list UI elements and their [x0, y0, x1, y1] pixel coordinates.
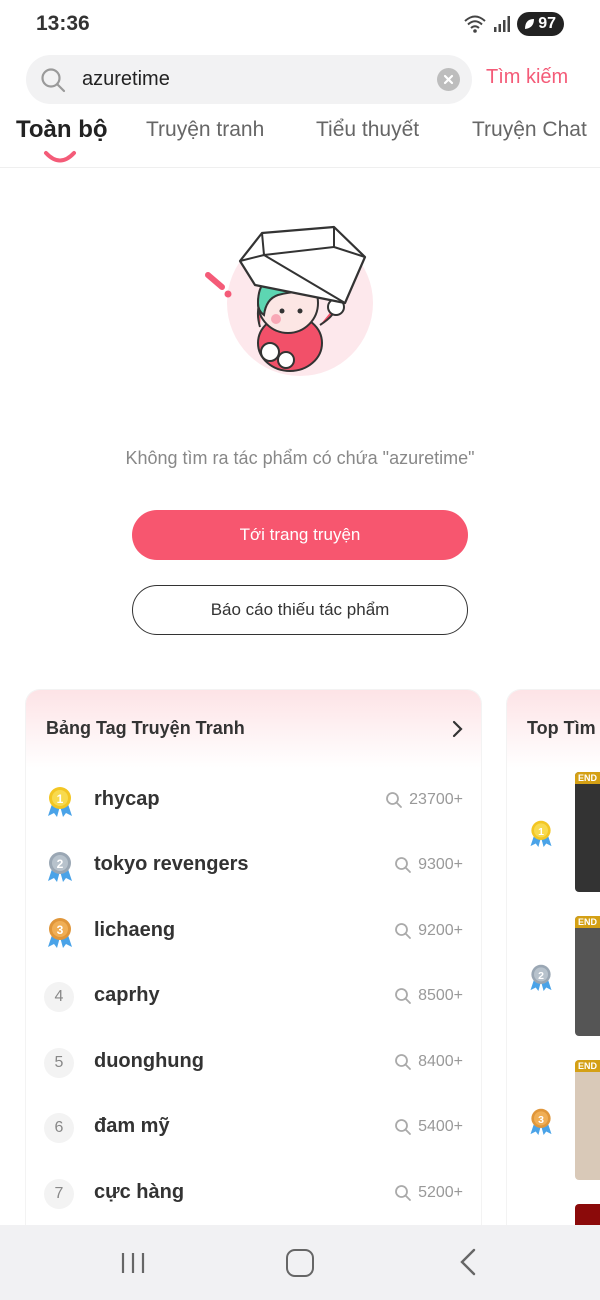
svg-text:2: 2: [57, 857, 64, 871]
tag-term: lichaeng: [94, 919, 176, 941]
tab-comics[interactable]: Truyện tranh: [146, 118, 264, 142]
wifi-icon: [464, 15, 486, 33]
system-navigation-bar: [0, 1225, 600, 1300]
svg-text:1: 1: [57, 792, 64, 806]
gold-medal-icon: 1: [48, 787, 72, 817]
search-count: 8400+: [394, 1053, 463, 1071]
status-bar: 13:36 97: [0, 0, 600, 48]
silver-medal-icon: 2: [48, 852, 72, 882]
card-header: Top Tìm: [507, 690, 600, 768]
go-to-stories-button[interactable]: Tới trang truyện: [132, 510, 468, 560]
card-header[interactable]: Bảng Tag Truyện Tranh: [26, 690, 481, 768]
comic-tag-ranking-card: Bảng Tag Truyện Tranh 1 rhycap 23700+ 2 …: [26, 690, 481, 1250]
search-count-value: 5400+: [418, 1118, 463, 1135]
search-count-value: 9200+: [418, 922, 463, 939]
search-icon: [395, 1185, 411, 1201]
tag-row[interactable]: 3 lichaeng 9200+: [26, 907, 481, 957]
end-badge: END: [575, 1060, 600, 1072]
search-count-value: 8500+: [418, 987, 463, 1004]
card-title: Top Tìm: [527, 718, 596, 738]
tag-term: caprhy: [94, 984, 160, 1006]
bronze-medal-icon: 3: [48, 918, 72, 948]
end-badge: END: [575, 916, 600, 928]
search-submit-button[interactable]: Tìm kiếm: [486, 66, 568, 89]
back-icon[interactable]: [458, 1247, 478, 1277]
search-count: 9200+: [394, 922, 463, 940]
chevron-right-icon[interactable]: [451, 720, 463, 738]
battery-indicator: 97: [517, 12, 564, 36]
category-tabs: Toàn bộ Truyện tranh Tiểu thuyết Truyện …: [0, 112, 600, 168]
story-thumbnail[interactable]: END: [575, 772, 600, 892]
tag-term: rhycap: [94, 788, 160, 810]
svg-text:2: 2: [538, 970, 544, 982]
tab-active-indicator: [44, 151, 76, 163]
report-missing-work-button[interactable]: Báo cáo thiếu tác phẩm: [132, 585, 468, 635]
home-icon[interactable]: [286, 1249, 314, 1277]
charging-leaf-icon: [525, 19, 535, 29]
card-title: Bảng Tag Truyện Tranh: [46, 718, 245, 738]
story-thumbnail[interactable]: END: [575, 916, 600, 1036]
rank-number: 7: [44, 1179, 74, 1209]
tag-row[interactable]: 4 caprhy 8500+: [26, 972, 481, 1022]
rank-number: 5: [44, 1048, 74, 1078]
tab-all[interactable]: Toàn bộ: [16, 116, 108, 144]
search-icon: [386, 792, 403, 808]
search-count-value: 23700+: [409, 791, 463, 808]
tag-term: cực hàng: [94, 1181, 185, 1203]
search-count: 5200+: [394, 1184, 463, 1202]
silver-medal-icon: 2: [530, 964, 552, 991]
search-count: 9300+: [394, 856, 463, 874]
search-count: 5400+: [394, 1118, 463, 1136]
gold-medal-icon: 1: [530, 820, 552, 847]
status-time: 13:36: [36, 12, 90, 35]
clear-search-icon[interactable]: [437, 68, 460, 91]
search-count: 23700+: [385, 791, 463, 809]
search-count-value: 8400+: [418, 1053, 463, 1070]
search-icon: [395, 988, 411, 1004]
tag-row[interactable]: 2 tokyo revengers 9300+: [26, 841, 481, 891]
recent-apps-icon[interactable]: [120, 1250, 146, 1276]
search-icon: [395, 1054, 411, 1070]
tag-term: đam mỹ: [94, 1115, 170, 1137]
story-thumbnail[interactable]: END: [575, 1060, 600, 1180]
status-icons: 97: [463, 12, 564, 36]
search-icon: [395, 923, 411, 939]
search-icon: [395, 1119, 411, 1135]
search-box[interactable]: [26, 55, 472, 104]
tag-row[interactable]: 6 đam mỹ 5400+: [26, 1103, 481, 1153]
end-badge: END: [575, 772, 600, 784]
rank-number: 4: [44, 982, 74, 1012]
rank-number: 6: [44, 1113, 74, 1143]
tab-chat-stories[interactable]: Truyện Chat: [472, 118, 587, 142]
tag-row[interactable]: 1 rhycap 23700+: [26, 776, 481, 826]
battery-level: 97: [538, 15, 556, 32]
search-icon: [41, 68, 66, 93]
search-count: 8500+: [394, 987, 463, 1005]
search-icon: [395, 857, 411, 873]
empty-result-message: Không tìm ra tác phẩm có chứa "azuretime…: [125, 448, 475, 468]
search-count-value: 5200+: [418, 1184, 463, 1201]
bronze-medal-icon: 3: [530, 1108, 552, 1135]
signal-icon: [494, 16, 511, 32]
tag-row[interactable]: 7 cực hàng 5200+: [26, 1169, 481, 1219]
top-search-card[interactable]: Top Tìm 1 END 2 END 3 END: [507, 690, 600, 1250]
svg-text:1: 1: [538, 826, 544, 838]
tab-novels[interactable]: Tiểu thuyết: [316, 118, 419, 142]
svg-text:3: 3: [57, 923, 64, 937]
empty-result-illustration: [205, 225, 373, 376]
search-count-value: 9300+: [418, 856, 463, 873]
tag-term: duonghung: [94, 1050, 204, 1072]
search-input[interactable]: [82, 55, 442, 104]
tag-row[interactable]: 5 duonghung 8400+: [26, 1038, 481, 1088]
tag-term: tokyo revengers: [94, 853, 249, 875]
svg-text:3: 3: [538, 1114, 544, 1126]
